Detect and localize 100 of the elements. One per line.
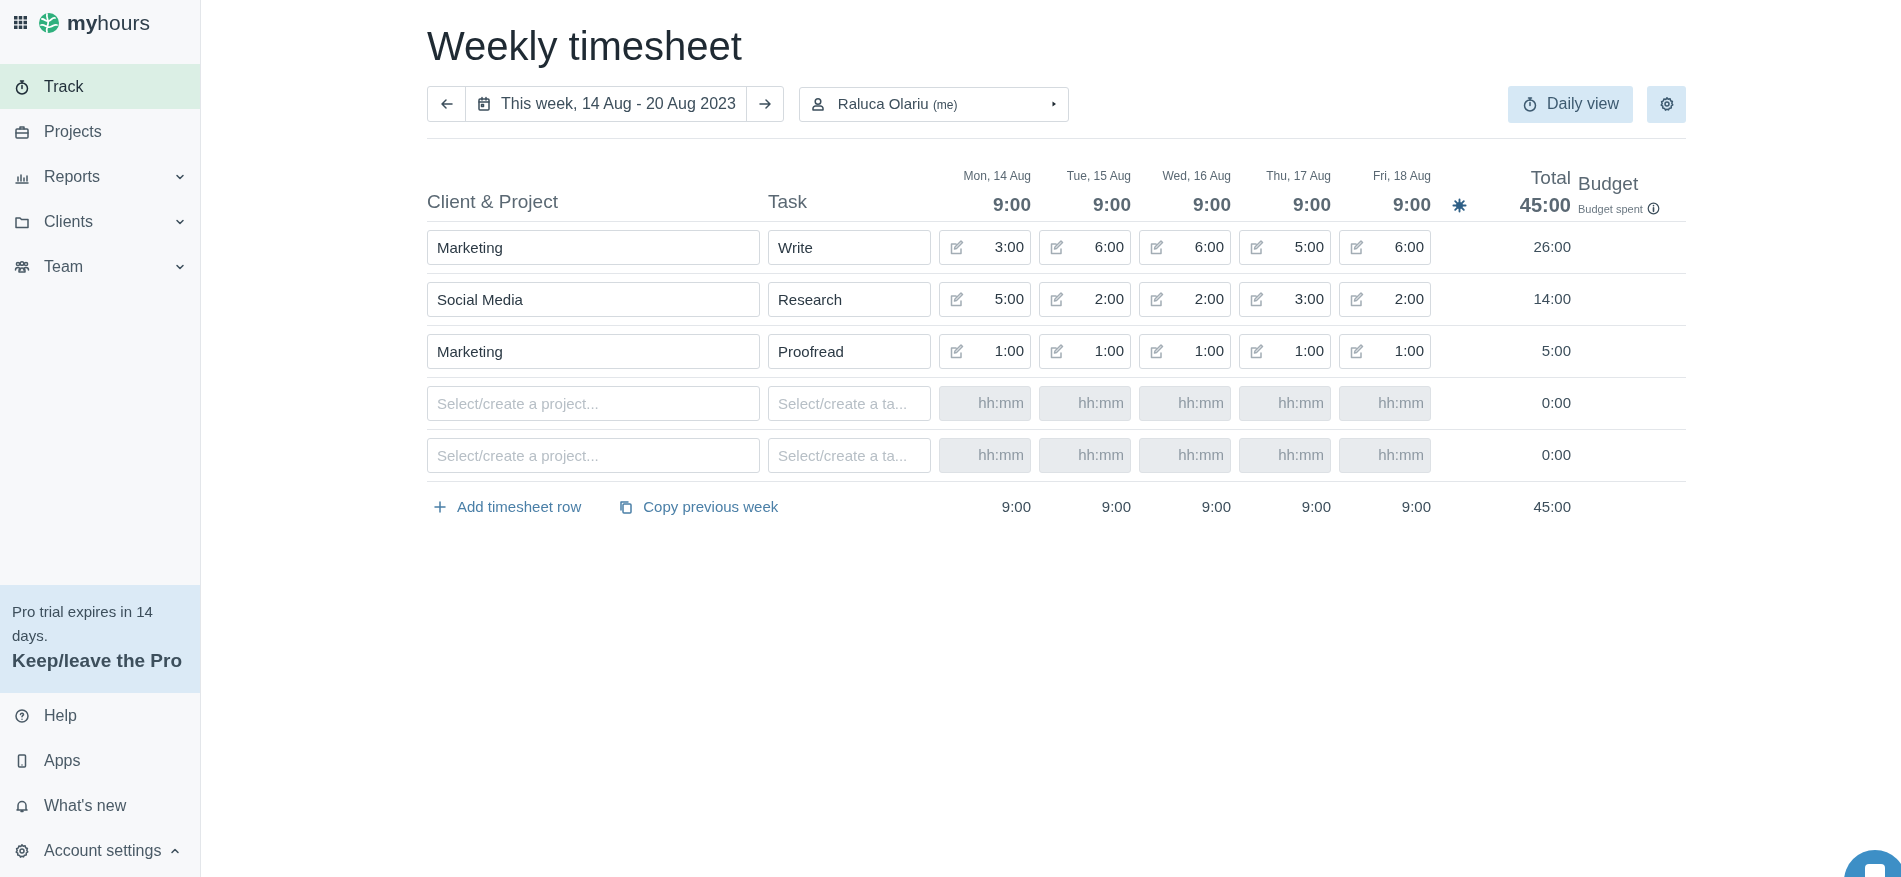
- day-total: 9:00: [1092, 193, 1131, 217]
- nav-item[interactable]: What's new: [0, 783, 200, 828]
- day-date: Tue, 15 Aug: [1066, 168, 1131, 184]
- nav-item[interactable]: Track: [0, 64, 200, 109]
- nav-item[interactable]: Reports: [0, 154, 200, 199]
- apps-grid-icon: [14, 16, 27, 29]
- input-field[interactable]: Select/create a project...: [427, 386, 760, 421]
- day-date: Fri, 18 Aug: [1372, 168, 1431, 184]
- edit-icon: [949, 291, 965, 308]
- row-total: 0:00: [1541, 393, 1571, 414]
- arrow-right-icon: [756, 96, 773, 112]
- edit-icon: [1149, 291, 1165, 308]
- help-icon: [14, 707, 30, 724]
- edit-icon: [1149, 239, 1165, 256]
- column-header: Total: [1530, 166, 1571, 190]
- day-total: 9:00: [992, 193, 1031, 217]
- nav-item[interactable]: Apps: [0, 738, 200, 783]
- edit-icon: [1049, 291, 1065, 308]
- input-field[interactable]: Select/create a project...: [427, 438, 760, 473]
- day-total: 9:00: [1101, 496, 1131, 517]
- edit-icon: [1249, 291, 1265, 308]
- time-field[interactable]: 3:00: [1239, 282, 1331, 317]
- day-total: 9:00: [1192, 193, 1231, 217]
- day-date: Wed, 16 Aug: [1162, 168, 1231, 184]
- time-field[interactable]: 2:00: [1039, 282, 1131, 317]
- input-field[interactable]: Marketing: [427, 334, 760, 369]
- day-total: 9:00: [1292, 193, 1331, 217]
- column-header: Budget: [1578, 171, 1639, 196]
- time-field[interactable]: 1:00: [1139, 334, 1231, 369]
- nav-item[interactable]: Team: [0, 244, 200, 289]
- settings-icon: [1658, 96, 1675, 112]
- day-total: 9:00: [1301, 496, 1331, 517]
- time-field[interactable]: 1:00: [1339, 334, 1431, 369]
- chat-icon: [1864, 863, 1886, 877]
- input-field[interactable]: Marketing: [427, 230, 760, 265]
- logo-text: myhours: [67, 12, 150, 33]
- plus-icon: [433, 500, 447, 514]
- day-total: 9:00: [1392, 193, 1431, 217]
- caret-right-icon: [1049, 100, 1058, 108]
- add-row-button[interactable]: Add timesheet row: [433, 495, 582, 519]
- nav-item[interactable]: Projects: [0, 109, 200, 154]
- input-field[interactable]: Write: [768, 230, 931, 265]
- stopwatch-icon: [14, 78, 30, 95]
- day-date: Mon, 14 Aug: [963, 168, 1031, 184]
- input-field[interactable]: Social Media: [427, 282, 760, 317]
- keep-pro-link[interactable]: Keep/leave the Pro: [12, 649, 183, 673]
- time-field[interactable]: 6:00: [1139, 230, 1231, 265]
- daily-view-button[interactable]: Daily view: [1508, 85, 1633, 123]
- settings-button[interactable]: [1647, 85, 1686, 123]
- edit-icon: [1149, 343, 1165, 360]
- row-total: 26:00: [1533, 237, 1571, 258]
- nav-item[interactable]: Help: [0, 693, 200, 738]
- input-field[interactable]: Research: [768, 282, 931, 317]
- edit-icon: [949, 343, 965, 360]
- briefcase-icon: [14, 123, 30, 140]
- edit-icon: [949, 239, 965, 256]
- trial-message: Pro trial expires in 14 days.: [12, 602, 154, 646]
- time-field[interactable]: 6:00: [1339, 230, 1431, 265]
- time-field[interactable]: 1:00: [1039, 334, 1131, 369]
- grand-total: 45:00: [1519, 193, 1571, 217]
- nav-item[interactable]: Clients: [0, 199, 200, 244]
- user-picker[interactable]: Raluca Olariu (me): [798, 86, 1069, 122]
- day-date: Thu, 17 Aug: [1266, 168, 1331, 184]
- time-field[interactable]: 1:00: [1239, 334, 1331, 369]
- row-total: 5:00: [1541, 341, 1571, 362]
- nav-item[interactable]: Account settings: [0, 828, 200, 873]
- edit-icon: [1249, 343, 1265, 360]
- input-field[interactable]: Select/create a ta...: [768, 438, 931, 473]
- day-total: 9:00: [1001, 496, 1031, 517]
- copy-week-button[interactable]: Copy previous week: [619, 495, 779, 519]
- input-field[interactable]: Select/create a ta...: [768, 386, 931, 421]
- column-header: Client & Project: [427, 189, 558, 214]
- user-icon: [809, 96, 826, 112]
- time-field[interactable]: 2:00: [1139, 282, 1231, 317]
- budget-spent-label: Budget spent: [1578, 201, 1643, 217]
- time-field[interactable]: 1:00: [939, 334, 1031, 369]
- globe-logo-icon: [37, 10, 61, 35]
- row-total: 14:00: [1533, 289, 1571, 310]
- settings-icon: [14, 842, 30, 859]
- time-field[interactable]: 2:00: [1339, 282, 1431, 317]
- time-field[interactable]: 5:00: [1239, 230, 1331, 265]
- input-field[interactable]: Proofread: [768, 334, 931, 369]
- page-title: Weekly timesheet: [427, 23, 742, 70]
- info-icon: [1646, 202, 1660, 216]
- edit-icon: [1049, 343, 1065, 360]
- edit-icon: [1349, 239, 1365, 256]
- day-total: 9:00: [1201, 496, 1231, 517]
- time-field[interactable]: 6:00: [1039, 230, 1131, 265]
- week-total: 45:00: [1533, 496, 1571, 517]
- stopwatch-icon: [1522, 96, 1538, 112]
- edit-icon: [1349, 343, 1365, 360]
- calendar-icon: [476, 96, 492, 112]
- people-icon: [14, 258, 30, 275]
- copy-icon: [619, 500, 634, 514]
- row-total: 0:00: [1541, 445, 1571, 466]
- time-field[interactable]: 3:00: [939, 230, 1031, 265]
- time-field[interactable]: 5:00: [939, 282, 1031, 317]
- edit-icon: [1349, 291, 1365, 308]
- column-header: Task: [768, 189, 808, 214]
- edit-icon: [1049, 239, 1065, 256]
